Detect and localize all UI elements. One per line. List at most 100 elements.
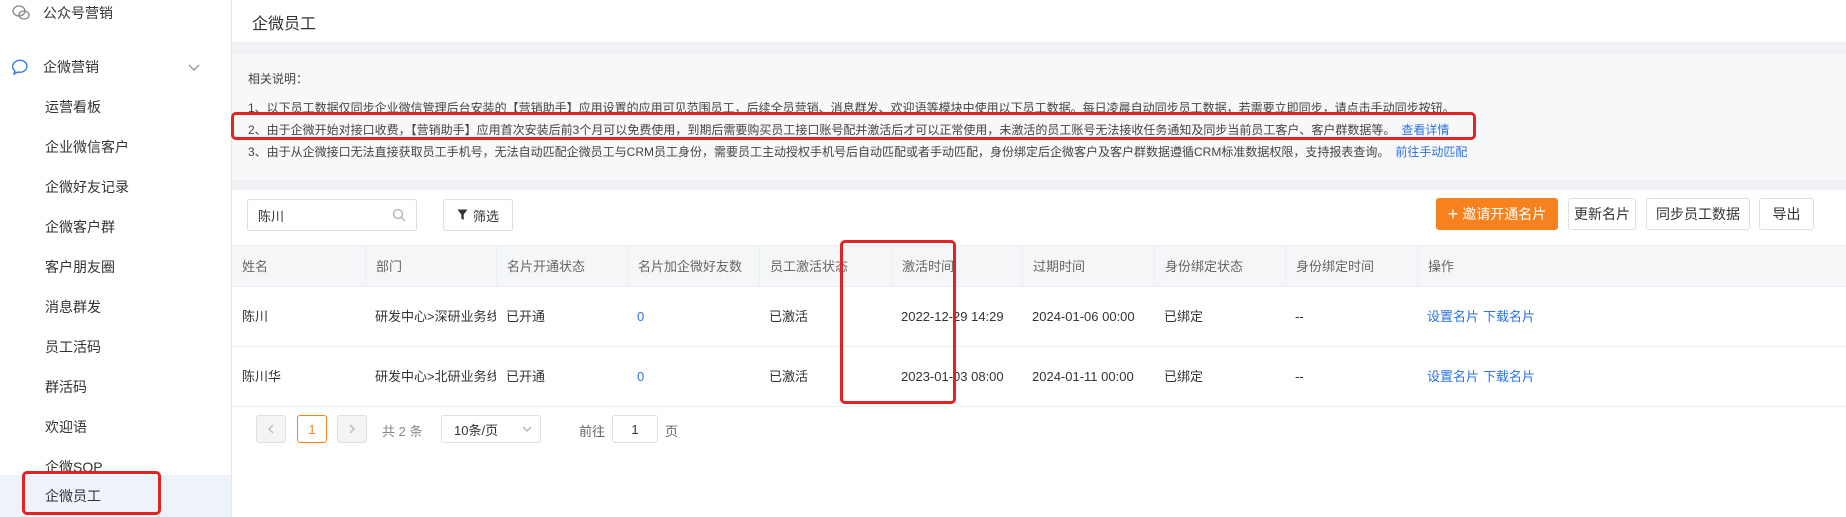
cell-expires-at: 2024-01-11 00:00 — [1032, 369, 1134, 384]
sidebar-item-dashboard[interactable]: 运营看板 — [0, 88, 231, 126]
sidebar-item-mass-message[interactable]: 消息群发 — [0, 288, 231, 326]
sidebar-item-label: 企业微信客户 — [45, 139, 129, 155]
notes-text: 1、以下员工数据仅同步企业微信管理后台安装的【营销助手】应用设置的应用可见范围员… — [248, 101, 1455, 115]
chevron-left-icon — [268, 424, 274, 434]
total-count: 共 2 条 — [382, 424, 423, 439]
chevron-down-icon — [188, 64, 200, 71]
plus-icon: + — [1447, 204, 1459, 224]
cell-bind-time: -- — [1295, 309, 1304, 324]
set-card-link[interactable]: 设置名片 — [1427, 369, 1479, 384]
sidebar-item-label: 消息群发 — [45, 299, 101, 315]
sidebar-item-label: 企微客户群 — [45, 219, 115, 235]
sidebar-item-label: 群活码 — [45, 379, 87, 395]
column-header: 身份绑定时间 — [1285, 246, 1417, 288]
chat-bubble-icon — [12, 59, 28, 76]
cell-activated-at: 2022-12-29 14:29 — [901, 309, 1004, 324]
cell-card-status: 已开通 — [506, 369, 546, 384]
funnel-icon — [457, 209, 468, 220]
table-row: 陈川 研发中心>深研业务线... 已开通 0 已激活 2022-12-29 14… — [232, 287, 1846, 347]
export-label: 导出 — [1772, 206, 1801, 222]
cell-department: 研发中心>北研业务线... — [375, 369, 496, 384]
cell-name: 陈川华 — [242, 369, 282, 384]
notes-line-2: 2、由于企微开始对接口收费，【营销助手】应用首次安装后前3个月可以免费使用，到期… — [248, 119, 1846, 141]
invite-card-button[interactable]: + 邀请开通名片 — [1436, 198, 1558, 230]
notes-line-3: 3、由于从企微接口无法直接获取员工手机号，无法自动匹配企微员工与CRM员工身份，… — [248, 141, 1846, 163]
main-content: 企微员工 相关说明： 1、以下员工数据仅同步企业微信管理后台安装的【营销助手】应… — [232, 0, 1846, 517]
goto-page-input[interactable] — [612, 415, 658, 443]
sidebar-item-staff-qrcode[interactable]: 员工活码 — [0, 328, 231, 366]
cell-bind-time: -- — [1295, 369, 1304, 384]
sidebar-item-label: 公众号营销 — [43, 5, 113, 21]
sidebar-item-friend-records[interactable]: 企微好友记录 — [0, 168, 231, 206]
set-card-link[interactable]: 设置名片 — [1427, 309, 1479, 324]
sidebar-item-wecom-marketing[interactable]: 企微营销 — [0, 48, 231, 86]
column-header: 部门 — [365, 246, 496, 288]
notes-text: 3、由于从企微接口无法直接获取员工手机号，无法自动匹配企微员工与CRM员工身份，… — [248, 145, 1390, 159]
sidebar-item-moments[interactable]: 客户朋友圈 — [0, 248, 231, 286]
sidebar-item-label: 客户朋友圈 — [45, 259, 115, 275]
cell-name: 陈川 — [242, 309, 269, 324]
divider — [232, 43, 1846, 55]
download-card-link[interactable]: 下载名片 — [1483, 369, 1535, 384]
cell-friend-count[interactable]: 0 — [627, 287, 759, 346]
cell-activation-status: 已激活 — [769, 369, 809, 384]
cell-actions: 设置名片 下载名片 — [1417, 347, 1717, 406]
sidebar-item-wecom-staff[interactable]: 企微员工 — [0, 475, 231, 517]
column-header: 激活时间 — [891, 246, 1022, 288]
page-size-value: 10条/页 — [454, 422, 499, 438]
next-page-button[interactable] — [337, 415, 367, 443]
cell-expires-at: 2024-01-06 00:00 — [1032, 309, 1135, 324]
page-size-select[interactable]: 10条/页 — [441, 415, 541, 443]
column-header: 过期时间 — [1022, 246, 1154, 288]
notes-text: 2、由于企微开始对接口收费，【营销助手】应用首次安装后前3个月可以免费使用，到期… — [248, 123, 1396, 137]
column-header: 员工激活状态 — [759, 246, 891, 288]
sidebar-item-wecom-customers[interactable]: 企业微信客户 — [0, 128, 231, 166]
column-header: 名片加企微好友数 — [627, 246, 759, 288]
cell-bind-status: 已绑定 — [1164, 369, 1204, 384]
cell-friend-count[interactable]: 0 — [627, 347, 759, 406]
cell-card-status: 已开通 — [506, 309, 546, 324]
divider — [232, 180, 1846, 190]
column-header: 身份绑定状态 — [1154, 246, 1285, 288]
chevron-right-icon — [349, 424, 355, 434]
search-icon[interactable] — [392, 208, 406, 222]
sidebar-item-group-qrcode[interactable]: 群活码 — [0, 368, 231, 406]
cell-activation-status: 已激活 — [769, 309, 809, 324]
cell-activated-at: 2023-01-03 08:00 — [901, 369, 1004, 384]
wechat-icon — [12, 5, 30, 20]
page-title: 企微员工 — [252, 16, 317, 33]
download-card-link[interactable]: 下载名片 — [1483, 309, 1535, 324]
column-header: 操作 — [1417, 246, 1846, 288]
sync-staff-button[interactable]: 同步员工数据 — [1646, 198, 1750, 230]
notes-heading: 相关说明： — [248, 72, 309, 86]
sidebar-item-label: 企微营销 — [43, 59, 99, 75]
page-number-current[interactable]: 1 — [297, 415, 327, 443]
sidebar-item-welcome-message[interactable]: 欢迎语 — [0, 408, 231, 446]
sidebar-item-label: 员工活码 — [45, 339, 101, 355]
sidebar: 公众号营销 企微营销 运营看板 企业微信客户 企微好友记录 企微客户群 客户朋友… — [0, 0, 232, 517]
invite-label: 邀请开通名片 — [1462, 206, 1547, 222]
export-button[interactable]: 导出 — [1759, 198, 1814, 230]
filter-button[interactable]: 筛选 — [443, 199, 513, 231]
page-suffix: 页 — [665, 424, 679, 439]
notes-panel: 相关说明： 1、以下员工数据仅同步企业微信管理后台安装的【营销助手】应用设置的应… — [232, 55, 1846, 180]
chevron-down-icon — [522, 426, 532, 432]
filter-label: 筛选 — [472, 208, 499, 224]
sidebar-item-label: 企微好友记录 — [45, 179, 129, 195]
view-details-link[interactable]: 查看详情 — [1401, 123, 1449, 137]
column-header: 名片开通状态 — [496, 246, 627, 288]
update-label: 更新名片 — [1574, 206, 1630, 222]
manual-match-link[interactable]: 前往手动匹配 — [1395, 145, 1467, 159]
table-row: 陈川华 研发中心>北研业务线... 已开通 0 已激活 2023-01-03 0… — [232, 347, 1846, 407]
sidebar-item-customer-groups[interactable]: 企微客户群 — [0, 208, 231, 246]
cell-actions: 设置名片 下载名片 — [1417, 287, 1717, 346]
notes-line-1: 1、以下员工数据仅同步企业微信管理后台安装的【营销助手】应用设置的应用可见范围员… — [248, 97, 1846, 119]
sidebar-item-official-account[interactable]: 公众号营销 — [0, 0, 231, 32]
sidebar-item-label: 企微员工 — [45, 488, 101, 504]
table-header: 姓名 部门 名片开通状态 名片加企微好友数 员工激活状态 激活时间 过期时间 身… — [232, 245, 1846, 288]
goto-label: 前往 — [579, 424, 606, 439]
column-header: 姓名 — [242, 259, 269, 274]
prev-page-button[interactable] — [256, 415, 286, 443]
sidebar-item-label: 运营看板 — [45, 99, 101, 115]
update-card-button[interactable]: 更新名片 — [1568, 198, 1636, 230]
